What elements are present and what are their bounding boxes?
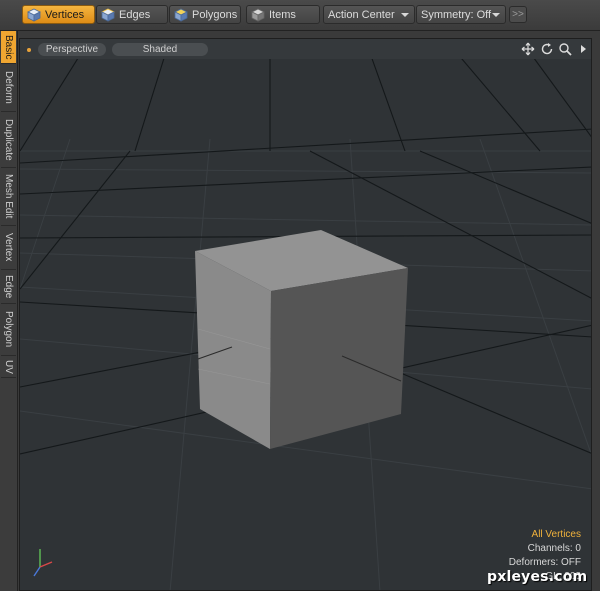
edges-mode-button[interactable]: Edges (96, 5, 168, 24)
vertices-mode-button[interactable]: Vertices (22, 5, 95, 24)
rotate-icon[interactable] (540, 42, 554, 56)
3d-viewport[interactable]: Perspective Shaded All Vertices Channels… (19, 38, 592, 591)
expand-arrow-icon[interactable] (576, 42, 590, 56)
tab-label: Mesh Edit (3, 174, 14, 219)
action-center-label: Action Center (328, 8, 395, 21)
more-tools-button[interactable]: >> (509, 6, 527, 23)
edges-label: Edges (119, 8, 151, 21)
tab-deform[interactable]: Deform (1, 64, 16, 112)
tab-mesh-edit[interactable]: Mesh Edit (1, 168, 16, 226)
tab-basic[interactable]: Basic (1, 31, 16, 64)
tab-label: UV (3, 359, 14, 374)
symmetry-label: Symmetry: Off (421, 8, 492, 21)
tab-uv[interactable]: UV (1, 356, 16, 378)
scene-canvas (20, 39, 591, 590)
tab-label: Polygon (3, 311, 14, 348)
viewport-menu-dot-icon[interactable] (27, 48, 31, 52)
tab-label: Edge (3, 274, 14, 299)
toolbar: Vertices Edges Polygons Items Action Cen… (0, 0, 600, 31)
vertex-cube-icon (27, 8, 41, 22)
items-mode-button[interactable]: Items (246, 5, 320, 24)
more-label: >> (512, 9, 524, 20)
tab-duplicate[interactable]: Duplicate (1, 112, 16, 168)
tab-vertex[interactable]: Vertex (1, 226, 16, 270)
tab-label: Vertex (3, 233, 14, 262)
viewport-header: Perspective Shaded (20, 39, 591, 59)
items-label: Items (269, 8, 296, 21)
channels-count: Channels: 0 (527, 543, 581, 554)
selection-mode-text: All Vertices (531, 529, 581, 540)
cube-right-face (270, 268, 408, 449)
cube-mesh[interactable] (195, 230, 408, 449)
chevron-down-icon (492, 13, 500, 17)
edge-cube-icon (101, 7, 115, 22)
view-type-selector[interactable]: Perspective (38, 43, 106, 56)
tab-polygon[interactable]: Polygon (1, 304, 16, 356)
tab-label: Basic (3, 34, 14, 60)
chevron-down-icon (401, 13, 409, 17)
axis-gizmo-icon (33, 549, 53, 577)
polygons-mode-button[interactable]: Polygons (169, 5, 241, 24)
polygon-cube-icon (174, 8, 188, 22)
action-center-dropdown[interactable]: Action Center (323, 5, 415, 24)
tool-tab-strip: Basic Deform Duplicate Mesh Edit Vertex … (0, 31, 18, 591)
shading-mode-label: Shaded (142, 44, 178, 55)
tab-label: Duplicate (3, 118, 14, 161)
tab-label: Deform (3, 71, 14, 104)
item-cube-icon (251, 8, 265, 22)
vertices-label: Vertices (45, 8, 85, 21)
watermark-logo: pxleyes.com (487, 569, 588, 585)
view-type-label: Perspective (45, 44, 99, 55)
pan-icon[interactable] (521, 42, 535, 56)
tab-edge[interactable]: Edge (1, 270, 16, 304)
shading-mode-selector[interactable]: Shaded (112, 43, 208, 56)
deformers-status: Deformers: OFF (508, 557, 581, 568)
zoom-icon[interactable] (558, 42, 572, 56)
symmetry-dropdown[interactable]: Symmetry: Off (416, 5, 506, 24)
polygons-label: Polygons (192, 8, 238, 21)
